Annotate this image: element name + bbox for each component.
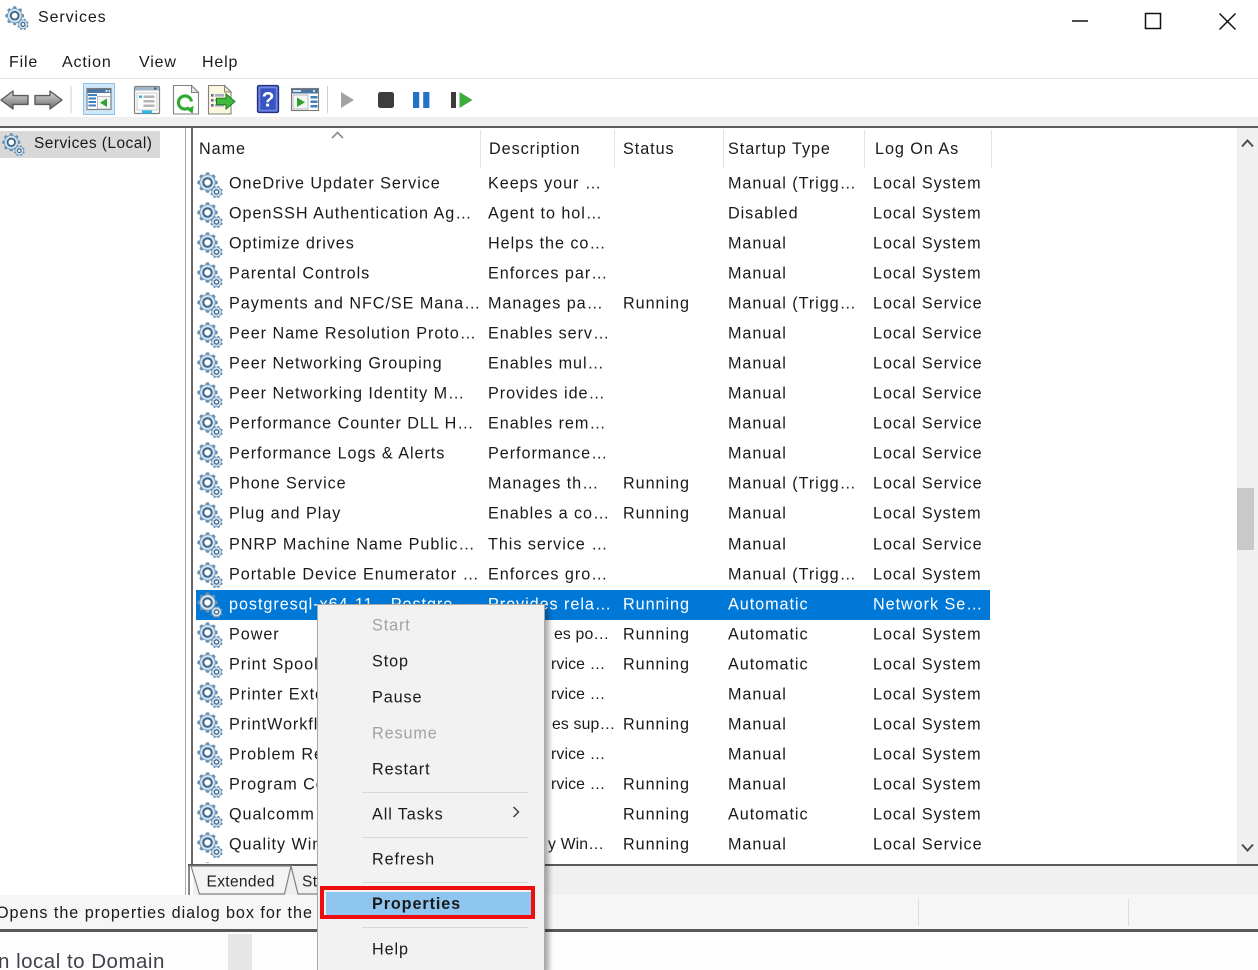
svg-text:Extended: Extended [207,874,275,891]
svg-text:?: ? [262,89,275,112]
